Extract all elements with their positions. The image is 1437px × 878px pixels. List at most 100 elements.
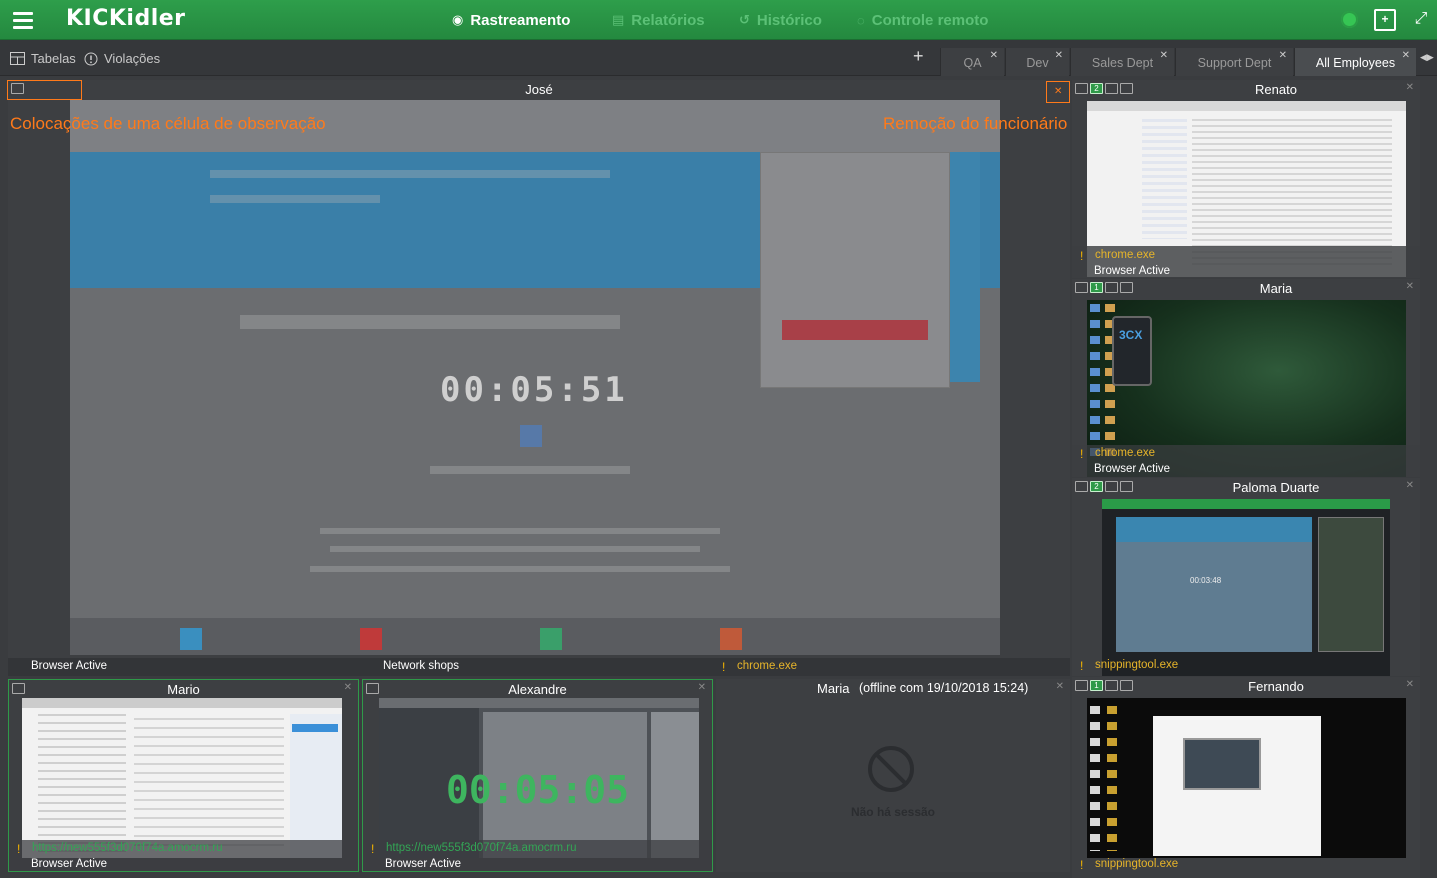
activity-state: Browser Active <box>1094 463 1171 475</box>
nav-remote-control[interactable]: ◌ Controle remoto <box>857 0 988 40</box>
close-icon[interactable]: ✕ <box>698 682 706 693</box>
nav-reports[interactable]: ▤ Relatórios <box>612 0 705 40</box>
monitor-number-icon[interactable]: 1 <box>1090 282 1103 293</box>
connection-status-icon <box>1341 11 1358 28</box>
tab-all-employees[interactable]: All Employees ✕ <box>1294 48 1416 76</box>
cell-paloma-duarte[interactable]: 2 Paloma Duarte ✕ 00:03:48 ! snippingtoo… <box>1072 478 1420 676</box>
table-icon <box>10 52 25 65</box>
screenshot-jose: 00:05:51 <box>70 100 1000 655</box>
employee-name: Mario <box>167 682 200 697</box>
camera-icon[interactable] <box>1105 282 1118 293</box>
close-icon[interactable]: ✕ <box>1279 50 1287 61</box>
warning-icon: ! <box>371 842 375 856</box>
activity-category: Network shops <box>383 660 460 672</box>
violations-button[interactable]: Violações <box>84 51 160 66</box>
no-session-label: Não há sessão <box>850 805 936 819</box>
close-icon[interactable]: ✕ <box>990 50 998 61</box>
alert-circle-icon <box>84 52 98 65</box>
close-icon[interactable]: ✕ <box>1055 50 1063 61</box>
tab-scroll-arrows-icon[interactable]: ◀▶ <box>1420 52 1434 63</box>
employee-name: Renato <box>1255 82 1297 97</box>
close-icon[interactable]: ✕ <box>1406 82 1414 93</box>
monitor-icon[interactable] <box>1075 282 1088 293</box>
employee-name: Alexandre <box>508 682 567 697</box>
close-icon[interactable]: ✕ <box>1406 679 1414 690</box>
activity-state: Browser Active <box>385 858 462 870</box>
session-timer: 00:05:51 <box>440 370 628 410</box>
warning-icon: ! <box>1080 447 1084 461</box>
cell-alexandre[interactable]: Alexandre ✕ 00:05:05 ! https://new555f3d… <box>362 679 713 872</box>
cell-fernando[interactable]: 1 Fernando ✕ ! snippingtool.exe <box>1072 677 1420 878</box>
remote-icon: ◌ <box>857 12 865 28</box>
process-name: chrome.exe <box>1095 447 1156 459</box>
employee-name: José <box>525 82 553 97</box>
warning-icon: ! <box>722 660 726 674</box>
close-icon[interactable]: ✕ <box>1402 50 1410 61</box>
session-timer: 00:03:48 <box>1190 576 1222 585</box>
remove-employee-icon[interactable]: ✕ <box>1054 86 1062 97</box>
monitor-number-icon[interactable]: 2 <box>1090 83 1103 94</box>
app-window-label: 3CX <box>1119 328 1143 342</box>
screenshot-fernando <box>1087 698 1406 858</box>
camera-icon[interactable] <box>1105 83 1118 94</box>
monitor-icon[interactable] <box>1075 680 1088 691</box>
process-name: chrome.exe <box>1095 249 1156 261</box>
activity-state: Browser Active <box>1094 265 1171 277</box>
warning-icon: ! <box>17 842 21 856</box>
cell-maria-offline[interactable]: Maria (offline com 19/10/2018 15:24) ✕ N… <box>716 679 1070 872</box>
tables-button[interactable]: Tabelas <box>10 51 76 66</box>
history-icon: ↺ <box>739 12 750 27</box>
close-icon[interactable]: ✕ <box>344 682 352 693</box>
document-icon: ▤ <box>612 12 625 27</box>
warning-icon: ! <box>1080 659 1084 673</box>
close-icon[interactable]: ✕ <box>1160 50 1168 61</box>
active-url[interactable]: https://new555f3d070f74a.amocrm.ru <box>386 842 577 854</box>
close-icon[interactable]: ✕ <box>1406 480 1414 491</box>
warning-icon: ! <box>1080 858 1084 872</box>
process-name: chrome.exe <box>737 660 798 672</box>
eye-icon: ◉ <box>452 12 464 27</box>
activity-state: Browser Active <box>31 858 108 870</box>
add-window-icon[interactable]: + <box>1374 9 1396 31</box>
cell-mario[interactable]: Mario ✕ ! https://new555f3d070f74a.amocr… <box>8 679 359 872</box>
tab-dev[interactable]: Dev ✕ <box>1005 48 1069 76</box>
monitor-number-icon[interactable]: 1 <box>1090 680 1103 691</box>
employee-name: Fernando <box>1248 679 1304 694</box>
tab-qa[interactable]: QA ✕ <box>940 48 1004 76</box>
annotation-remove-employee: Remoção do funcionário <box>883 114 1068 133</box>
tab-sales-dept[interactable]: Sales Dept ✕ <box>1070 48 1174 76</box>
warning-icon: ! <box>1080 249 1084 263</box>
nav-history[interactable]: ↺ Histórico <box>739 0 822 40</box>
fullscreen-icon[interactable]: ⤢ <box>1410 9 1432 31</box>
employee-name: Maria <box>1259 281 1293 296</box>
monitor-icon[interactable] <box>1075 481 1088 492</box>
close-icon[interactable]: ✕ <box>1056 681 1064 692</box>
cell-placement-highlight <box>7 80 82 100</box>
no-session-icon <box>868 746 914 792</box>
activity-state: Browser Active <box>31 660 108 672</box>
screenshot-paloma: 00:03:48 <box>1102 499 1390 676</box>
active-url[interactable]: https://new555f3d070f74a.amocrm.ru <box>32 842 223 854</box>
process-name: snippingtool.exe <box>1095 659 1179 671</box>
monitor-number-icon[interactable]: 2 <box>1090 481 1103 492</box>
camera-icon[interactable] <box>1105 680 1118 691</box>
session-timer: 00:05:05 <box>445 768 630 812</box>
hamburger-menu-icon[interactable] <box>0 0 46 40</box>
monitor-icon[interactable] <box>1075 83 1088 94</box>
offline-status: (offline com 19/10/2018 15:24) <box>859 681 1029 695</box>
camera-icon[interactable] <box>1105 481 1118 492</box>
employee-name: Maria <box>817 681 850 696</box>
top-bar: KICKidler ◉ Rastreamento ▤ Relatórios ↺ … <box>0 0 1437 40</box>
main-observation-cell[interactable]: José 00:05:51 Browser Active Network sho… <box>8 80 1070 676</box>
process-name: snippingtool.exe <box>1095 858 1179 870</box>
screenshot-mario <box>22 698 342 858</box>
employee-name: Paloma Duarte <box>1232 480 1320 495</box>
app-logo: KICKidler <box>66 6 186 31</box>
annotation-cell-placement: Colocações de uma célula de observação <box>10 114 326 133</box>
cell-renato[interactable]: 2 Renato ✕ ! chrome.exe Browser Active <box>1072 80 1420 278</box>
close-icon[interactable]: ✕ <box>1406 281 1414 292</box>
cell-maria[interactable]: 1 Maria ✕ 3CX ! chrome.exe Browser Activ… <box>1072 279 1420 477</box>
add-tab-button[interactable]: + <box>913 46 924 67</box>
nav-tracking[interactable]: ◉ Rastreamento <box>452 0 570 40</box>
tab-support-dept[interactable]: Support Dept ✕ <box>1175 48 1293 76</box>
